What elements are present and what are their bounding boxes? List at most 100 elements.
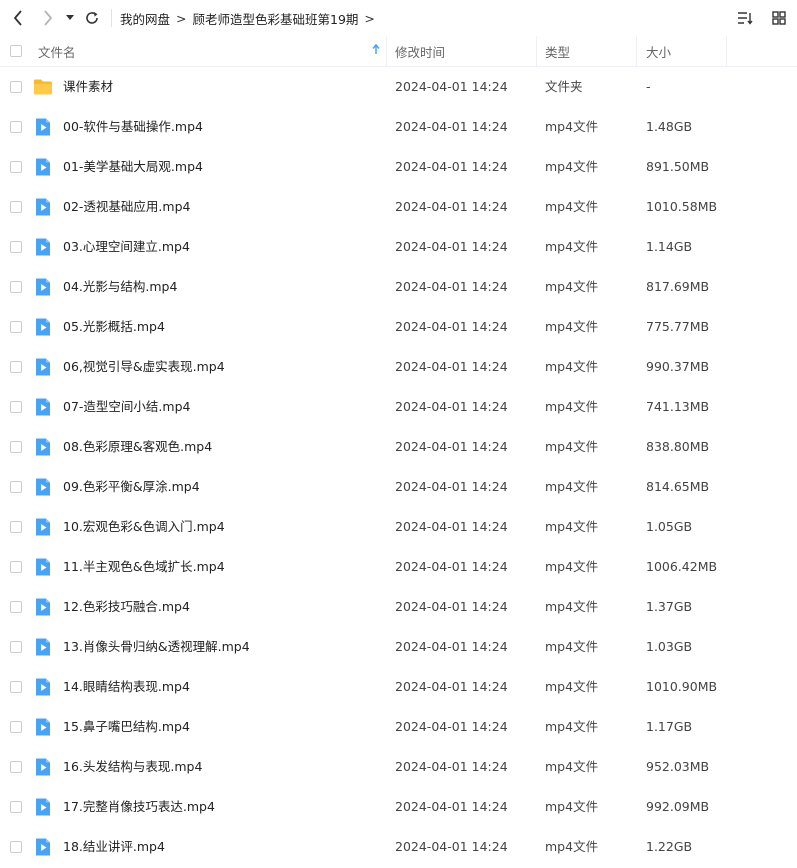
video-file-icon bbox=[36, 438, 50, 456]
file-row[interactable]: 15.鼻子嘴巴结构.mp4 2024-04-01 14:24 mp4文件 1.17GB bbox=[0, 707, 797, 747]
row-checkbox[interactable] bbox=[10, 121, 22, 133]
file-size: 814.65MB bbox=[646, 479, 710, 494]
file-name: 17.完整肖像技巧表达.mp4 bbox=[63, 799, 215, 814]
file-row[interactable]: 13.肖像头骨归纳&透视理解.mp4 2024-04-01 14:24 mp4文件 1… bbox=[0, 627, 797, 667]
file-modified-time: 2024-04-01 14:24 bbox=[395, 159, 508, 174]
column-modified-time[interactable]: 修改时间 bbox=[395, 36, 445, 66]
file-type: mp4文件 bbox=[545, 479, 599, 494]
file-type: mp4文件 bbox=[545, 639, 599, 654]
file-size: 1.17GB bbox=[646, 719, 693, 734]
file-name: 04.光影与结构.mp4 bbox=[63, 279, 178, 294]
row-checkbox[interactable] bbox=[10, 401, 22, 413]
file-size: 1010.90MB bbox=[646, 679, 718, 694]
file-row[interactable]: 06,视觉引导&虚实表现.mp4 2024-04-01 14:24 mp4文件 990… bbox=[0, 347, 797, 387]
file-row[interactable]: 10.宏观色彩&色调入门.mp4 2024-04-01 14:24 mp4文件 1.0… bbox=[0, 507, 797, 547]
video-file-icon bbox=[36, 758, 50, 776]
video-file-icon bbox=[36, 358, 50, 376]
file-row[interactable]: 12.色彩技巧融合.mp4 2024-04-01 14:24 mp4文件 1.37GB bbox=[0, 587, 797, 627]
file-row[interactable]: 18.结业讲评.mp4 2024-04-01 14:24 mp4文件 1.22GB bbox=[0, 827, 797, 867]
file-row[interactable]: 03.心理空间建立.mp4 2024-04-01 14:24 mp4文件 1.14GB bbox=[0, 227, 797, 267]
column-size-label: 大小 bbox=[646, 44, 672, 60]
file-modified-time: 2024-04-01 14:24 bbox=[395, 519, 508, 534]
breadcrumb-item-root[interactable]: 我的网盘 bbox=[120, 9, 170, 28]
file-name: 12.色彩技巧融合.mp4 bbox=[63, 599, 190, 614]
file-row[interactable]: 00-软件与基础操作.mp4 2024-04-01 14:24 mp4文件 1.48G… bbox=[0, 107, 797, 147]
file-row[interactable]: 07-造型空间小结.mp4 2024-04-01 14:24 mp4文件 741.13… bbox=[0, 387, 797, 427]
row-checkbox[interactable] bbox=[10, 441, 22, 453]
video-file-icon bbox=[36, 558, 50, 576]
file-modified-time: 2024-04-01 14:24 bbox=[395, 279, 508, 294]
file-type: mp4文件 bbox=[545, 679, 599, 694]
column-divider[interactable] bbox=[536, 36, 537, 66]
column-type[interactable]: 类型 bbox=[545, 36, 570, 66]
file-row[interactable]: 01-美学基础大局观.mp4 2024-04-01 14:24 mp4文件 891.5… bbox=[0, 147, 797, 187]
row-checkbox[interactable] bbox=[10, 241, 22, 253]
sort-ascending-icon bbox=[372, 44, 380, 54]
row-checkbox[interactable] bbox=[10, 681, 22, 693]
select-all-checkbox[interactable] bbox=[10, 36, 22, 66]
file-type: mp4文件 bbox=[545, 279, 599, 294]
file-size: 838.80MB bbox=[646, 439, 710, 454]
file-modified-time: 2024-04-01 14:24 bbox=[395, 479, 508, 494]
file-name: 16.头发结构与表现.mp4 bbox=[63, 759, 203, 774]
file-name: 05.光影概括.mp4 bbox=[63, 319, 165, 334]
breadcrumb-separator: > bbox=[176, 10, 187, 26]
column-name[interactable]: 文件名 bbox=[38, 36, 386, 66]
row-checkbox[interactable] bbox=[10, 81, 22, 93]
refresh-button[interactable] bbox=[79, 5, 105, 31]
row-checkbox[interactable] bbox=[10, 521, 22, 533]
row-checkbox[interactable] bbox=[10, 761, 22, 773]
column-divider[interactable] bbox=[636, 36, 637, 66]
file-modified-time: 2024-04-01 14:24 bbox=[395, 119, 508, 134]
file-row[interactable]: 08.色彩原理&客观色.mp4 2024-04-01 14:24 mp4文件 838.… bbox=[0, 427, 797, 467]
row-checkbox[interactable] bbox=[10, 641, 22, 653]
row-checkbox[interactable] bbox=[10, 281, 22, 293]
row-checkbox[interactable] bbox=[10, 841, 22, 853]
row-checkbox[interactable] bbox=[10, 601, 22, 613]
toolbar-divider bbox=[111, 9, 112, 27]
file-row[interactable]: 09.色彩平衡&厚涂.mp4 2024-04-01 14:24 mp4文件 814.6… bbox=[0, 467, 797, 507]
file-size: 1.37GB bbox=[646, 599, 693, 614]
row-checkbox[interactable] bbox=[10, 321, 22, 333]
row-checkbox[interactable] bbox=[10, 561, 22, 573]
file-modified-time: 2024-04-01 14:24 bbox=[395, 239, 508, 254]
row-checkbox[interactable] bbox=[10, 721, 22, 733]
file-type: mp4文件 bbox=[545, 239, 599, 254]
file-row[interactable]: 04.光影与结构.mp4 2024-04-01 14:24 mp4文件 817.69M… bbox=[0, 267, 797, 307]
file-size: 990.37MB bbox=[646, 359, 710, 374]
file-type: 文件夹 bbox=[545, 79, 583, 94]
row-checkbox[interactable] bbox=[10, 161, 22, 173]
row-checkbox[interactable] bbox=[10, 201, 22, 213]
file-row[interactable]: 02-透视基础应用.mp4 2024-04-01 14:24 mp4文件 1010.5… bbox=[0, 187, 797, 227]
back-button[interactable] bbox=[5, 5, 31, 31]
file-row[interactable]: 16.头发结构与表现.mp4 2024-04-01 14:24 mp4文件 952.0… bbox=[0, 747, 797, 787]
file-row[interactable]: 05.光影概括.mp4 2024-04-01 14:24 mp4文件 775.77MB bbox=[0, 307, 797, 347]
forward-button[interactable] bbox=[35, 5, 61, 31]
file-row[interactable]: 17.完整肖像技巧表达.mp4 2024-04-01 14:24 mp4文件 992.… bbox=[0, 787, 797, 827]
column-header: 文件名 修改时间 类型 大小 bbox=[0, 36, 797, 67]
sort-menu-button[interactable] bbox=[733, 6, 757, 30]
file-name: 10.宏观色彩&色调入门.mp4 bbox=[63, 519, 225, 534]
file-modified-time: 2024-04-01 14:24 bbox=[395, 599, 508, 614]
row-checkbox[interactable] bbox=[10, 481, 22, 493]
column-size[interactable]: 大小 bbox=[646, 36, 671, 66]
file-type: mp4文件 bbox=[545, 399, 599, 414]
history-dropdown-button[interactable] bbox=[63, 5, 77, 31]
row-checkbox[interactable] bbox=[10, 361, 22, 373]
file-type: mp4文件 bbox=[545, 199, 599, 214]
file-size: 1.14GB bbox=[646, 239, 693, 254]
row-checkbox[interactable] bbox=[10, 801, 22, 813]
video-file-icon bbox=[36, 678, 50, 696]
file-type: mp4文件 bbox=[545, 799, 599, 814]
file-row[interactable]: 11.半主观色&色域扩长.mp4 2024-04-01 14:24 mp4文件 100… bbox=[0, 547, 797, 587]
column-divider[interactable] bbox=[726, 36, 727, 66]
file-name: 15.鼻子嘴巴结构.mp4 bbox=[63, 719, 190, 734]
breadcrumb-item-current[interactable]: 顾老师造型色彩基础班第19期 bbox=[193, 9, 359, 28]
file-type: mp4文件 bbox=[545, 119, 599, 134]
file-name: 课件素材 bbox=[63, 79, 114, 94]
file-row[interactable]: 课件素材 2024-04-01 14:24 文件夹 - bbox=[0, 67, 797, 107]
grid-view-button[interactable] bbox=[767, 6, 791, 30]
column-divider[interactable] bbox=[386, 36, 387, 66]
file-row[interactable]: 14.眼睛结构表现.mp4 2024-04-01 14:24 mp4文件 1010.9… bbox=[0, 667, 797, 707]
video-file-icon bbox=[36, 118, 50, 136]
